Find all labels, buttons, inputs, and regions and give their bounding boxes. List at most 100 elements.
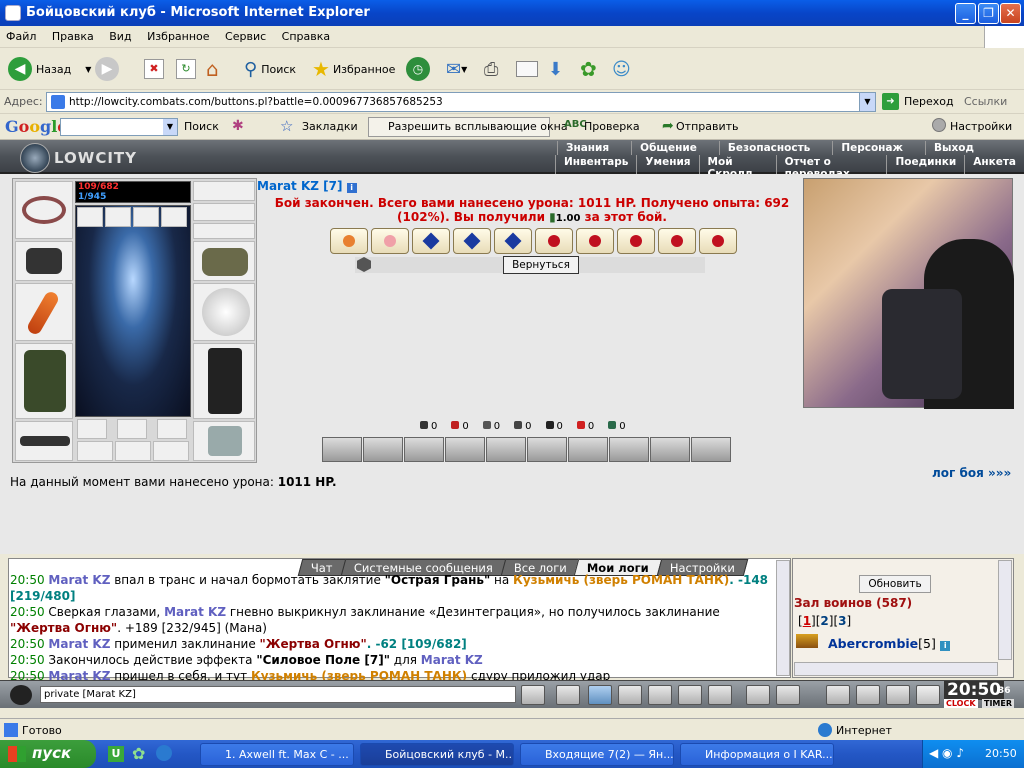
page-3[interactable]: 3	[838, 614, 846, 628]
users-button[interactable]	[826, 685, 850, 705]
effect-2[interactable]	[363, 437, 403, 462]
belt-slot[interactable]	[15, 421, 73, 461]
task-combats[interactable]: Бойцовский клуб - M...	[360, 743, 514, 766]
send-button[interactable]: Отправить	[676, 120, 739, 133]
player-info-icon[interactable]: i	[940, 641, 951, 651]
timer-label[interactable]: TIMER	[982, 699, 1015, 708]
amulet-slot[interactable]	[15, 181, 73, 239]
character-name[interactable]: Marat KZ [7] i	[257, 179, 357, 193]
chat-mode-button[interactable]	[856, 685, 880, 705]
spell-slot-4[interactable]	[161, 207, 187, 227]
rings-slot[interactable]	[193, 223, 255, 239]
nav-communication[interactable]: Общение	[631, 141, 705, 155]
chat-speaker-icon[interactable]	[10, 685, 32, 705]
clan-button[interactable]	[776, 685, 800, 705]
start-button[interactable]: пуск	[0, 740, 96, 768]
mail-button[interactable]: ✉ ▼	[446, 54, 467, 84]
exit-button[interactable]	[916, 685, 940, 705]
address-input[interactable]: http://lowcity.combats.com/buttons.pl?ba…	[46, 92, 876, 112]
back-to-game-button[interactable]: Вернуться	[503, 256, 579, 274]
filter-button[interactable]	[588, 685, 612, 705]
sound-button[interactable]	[708, 685, 732, 705]
eraser-button[interactable]	[556, 685, 580, 705]
smiles-button[interactable]	[746, 685, 770, 705]
diamond-scroll-3[interactable]	[494, 228, 532, 254]
heal-scroll-2[interactable]	[576, 228, 614, 254]
effect-8[interactable]	[609, 437, 649, 462]
translit-button[interactable]	[678, 685, 702, 705]
room-hscrollbar[interactable]	[794, 662, 998, 676]
effect-3[interactable]	[404, 437, 444, 462]
menu-edit[interactable]: Правка	[46, 26, 100, 43]
chat-scrollbar[interactable]	[776, 560, 790, 676]
save-log-button[interactable]	[618, 685, 642, 705]
battle-log-link[interactable]: лог боя »»»	[932, 466, 1011, 480]
close-button[interactable]: ✕	[1000, 3, 1021, 24]
nav-exit[interactable]: Выход	[924, 141, 982, 155]
send-message-button[interactable]	[521, 685, 545, 705]
spell-slot-3[interactable]	[133, 207, 159, 227]
settings-button[interactable]: Настройки	[950, 120, 1012, 133]
print-button[interactable]: ⎙	[484, 54, 498, 84]
diamond-scroll-2[interactable]	[453, 228, 491, 254]
heart-scroll-3[interactable]	[658, 228, 696, 254]
page-1[interactable]: 1	[803, 614, 811, 628]
heart-scroll[interactable]	[371, 228, 409, 254]
puzzle-icon[interactable]: ✱	[232, 118, 244, 134]
player-list-item[interactable]: Abercrombie[5] i	[828, 636, 951, 651]
spell-slot-1[interactable]	[77, 207, 103, 227]
rune-slot-3[interactable]	[157, 419, 187, 439]
go-arrow-icon[interactable]: ➜	[882, 93, 899, 110]
refresh-button[interactable]: ↻	[176, 54, 196, 84]
leggings-slot[interactable]	[193, 343, 255, 419]
menu-view[interactable]: Вид	[103, 26, 137, 43]
nav-security[interactable]: Безопасность	[718, 141, 818, 155]
page-2[interactable]: 2	[820, 614, 828, 628]
icq-button[interactable]: ✿	[580, 54, 597, 84]
armor-slot[interactable]	[15, 343, 73, 419]
menu-help[interactable]: Справка	[276, 26, 336, 43]
heal-scroll-1[interactable]	[535, 228, 573, 254]
messenger-button[interactable]: ☺	[612, 54, 631, 84]
weapon-slot[interactable]	[15, 283, 73, 341]
menu-favorites[interactable]: Избранное	[141, 26, 215, 43]
info-icon[interactable]: i	[346, 183, 357, 193]
rune-slot-6[interactable]	[153, 441, 189, 461]
effect-6[interactable]	[527, 437, 567, 462]
spell-slot-2[interactable]	[105, 207, 131, 227]
forward-button[interactable]: ▶	[95, 54, 123, 84]
heart-scroll-4[interactable]	[699, 228, 737, 254]
links-button[interactable]: Ссылки	[964, 95, 1007, 108]
boots-slot[interactable]	[193, 421, 255, 461]
tray-clock[interactable]: 20:50	[985, 747, 1017, 760]
rune-slot-1[interactable]	[77, 419, 107, 439]
rune-slot-2[interactable]	[117, 419, 147, 439]
task-winamp[interactable]: 1. Axwell ft. Max C - ...	[200, 743, 354, 766]
heart-scroll-2[interactable]	[617, 228, 655, 254]
bookmarks-button[interactable]: Закладки	[302, 120, 358, 133]
fighter-button[interactable]	[648, 685, 672, 705]
edit-button[interactable]	[516, 54, 538, 84]
task-mail[interactable]: Входящие 7(2) — Ян...	[520, 743, 674, 766]
necklace-slot[interactable]	[193, 203, 255, 221]
quicklaunch-icq-icon[interactable]: ✿	[132, 744, 145, 763]
maximize-button[interactable]: ❐	[978, 3, 999, 24]
tray-icons[interactable]: ◀ ◉ ♪	[929, 746, 964, 760]
menu-file[interactable]: Файл	[0, 26, 42, 43]
menu-tools[interactable]: Сервис	[219, 26, 272, 43]
clock-label[interactable]: CLOCK	[944, 699, 978, 708]
shield-slot[interactable]	[193, 283, 255, 341]
room-scrollbar[interactable]	[998, 560, 1012, 660]
google-search-input[interactable]: ▼	[60, 118, 178, 136]
refresh-room-button[interactable]: Обновить	[859, 575, 931, 593]
search-button[interactable]: ⚲ Поиск	[244, 54, 296, 84]
quicklaunch-ie-icon[interactable]	[156, 745, 172, 761]
effect-5[interactable]	[486, 437, 526, 462]
discuss-button[interactable]: ⬇	[548, 54, 563, 84]
invite-button[interactable]	[886, 685, 910, 705]
google-search-button[interactable]: Поиск	[184, 120, 219, 133]
effect-9[interactable]	[650, 437, 690, 462]
nav-character[interactable]: Персонаж	[832, 141, 911, 155]
spellcheck-button[interactable]: Проверка	[584, 120, 640, 133]
address-dropdown-icon[interactable]: ▼	[859, 93, 875, 111]
